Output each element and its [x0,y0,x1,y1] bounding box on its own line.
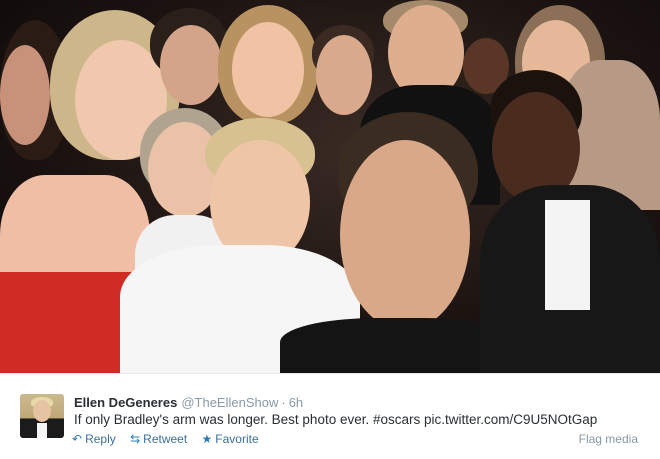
favorite-button[interactable]: ★ Favorite [202,432,259,446]
tweet-timestamp[interactable]: 6h [289,395,303,410]
reply-icon: ↶ [72,432,83,446]
favorite-label: Favorite [215,432,259,446]
tweet-card: Ellen DeGeneres @TheEllenShow · 6h If only … [0,0,660,459]
reply-button[interactable]: ↶ Reply [72,432,116,446]
retweet-icon: ⇆ [130,432,141,446]
tweet-body: Ellen DeGeneres @TheEllenShow · 6h If only … [0,373,660,459]
tweet-text: If only Bradley's arm was longer. Best p… [74,412,598,427]
author-handle[interactable]: @TheEllenShow [181,395,278,410]
face-left-edge [0,45,50,145]
reply-label: Reply [85,432,116,446]
retweet-button[interactable]: ⇆ Retweet [130,432,187,446]
tweet-header: Ellen DeGeneres @TheEllenShow · 6h [74,395,303,410]
author-avatar[interactable] [20,394,64,438]
face-back-center [160,25,222,105]
retweet-label: Retweet [143,432,188,446]
tweet-actions: ↶ Reply ⇆ Retweet ★ Favorite [72,432,270,446]
tweet-photo[interactable] [0,0,660,373]
face-back-right [316,35,372,115]
shirt-young-right [545,200,590,310]
header-separator: · [281,395,286,410]
author-name[interactable]: Ellen DeGeneres [74,395,177,410]
face-bradley [340,140,470,330]
avatar-face [33,400,51,422]
star-icon: ★ [201,432,213,446]
flag-media-link[interactable]: Flag media [579,432,638,446]
face-back-woman [232,22,304,117]
avatar-shirt [37,423,47,438]
